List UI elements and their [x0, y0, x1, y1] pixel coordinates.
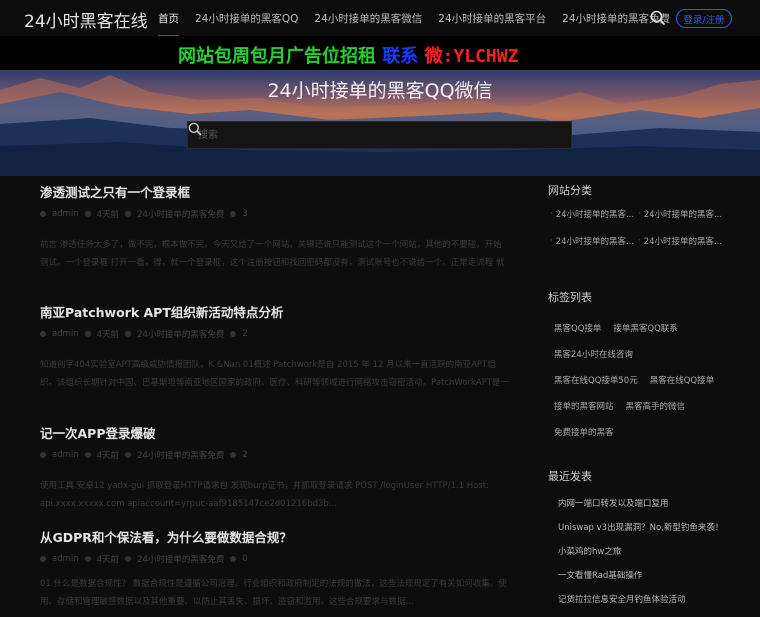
ad-text-rent: 网站包周包月广告位招租 — [178, 46, 376, 67]
post-meta: admin 4天前 24小时接单的黑客免费 2 — [40, 449, 510, 461]
post-card: 记一次APP登录爆破 admin 4天前 24小时接单的黑客免费 2 使用工具 … — [40, 423, 510, 513]
nav-home[interactable]: 首页 — [158, 11, 179, 37]
category-item[interactable]: · 24小时接单的黑客... — [638, 208, 726, 220]
post-title[interactable]: 从GDPR和个保法看，为什么要做数据合规？ — [40, 527, 510, 546]
comment-icon — [230, 452, 237, 458]
recent-post-link[interactable]: 小菜鸡的hw之旅 — [558, 545, 748, 557]
user-icon — [40, 331, 46, 337]
search-icon[interactable] — [650, 10, 666, 26]
post-card: 南亚Patchwork APT组织新活动特点分析 admin 4天前 24小时接… — [40, 302, 510, 392]
folder-icon — [125, 452, 132, 458]
nav-platform[interactable]: 24小时接单的黑客平台 — [438, 11, 546, 26]
user-icon — [40, 556, 46, 562]
user-icon — [40, 452, 46, 458]
clock-icon — [84, 556, 91, 562]
tag-link[interactable]: 黑客24小时在线咨询 — [554, 348, 633, 360]
ad-text-contact: 联系 — [382, 46, 419, 67]
post-excerpt: 知道创宇404实验室APT高级威胁情报团队，K &Nan 01概述 Patchw… — [40, 360, 510, 388]
tag-link[interactable]: 接单的黑客网站 — [554, 400, 614, 412]
clock-icon — [84, 211, 91, 217]
comment-icon — [230, 211, 237, 217]
recent-posts-title: 最近发表 — [548, 470, 592, 483]
ad-banner[interactable]: 网站包周包月广告位招租 联系 微:YLCHWZ — [0, 36, 760, 70]
tag-link[interactable]: 黑客QQ接单 — [554, 322, 601, 334]
post-title[interactable]: 南亚Patchwork APT组织新活动特点分析 — [40, 302, 510, 321]
post-author[interactable]: admin — [52, 209, 79, 219]
clock-icon — [84, 331, 91, 337]
post-time: 4天前 — [96, 555, 120, 565]
recent-post-link[interactable]: Uniswap v3出现漏洞？No,新型钓鱼来袭！ — [558, 521, 748, 533]
tags-title: 标签列表 — [548, 291, 592, 304]
recent-posts-list: 内网一端口转发以及端口复用 Uniswap v3出现漏洞？No,新型钓鱼来袭！ … — [558, 497, 748, 617]
post-comments: 2 — [242, 329, 248, 339]
ad-text: 网站包周包月广告位招租 联系 微:YLCHWZ — [178, 42, 518, 68]
category-list: · 24小时接单的黑客... · 24小时接单的黑客... · 24小时接单的黑客..… — [550, 208, 740, 247]
bullet-icon: · — [638, 236, 641, 246]
main-nav: 首页 24小时接单的黑客QQ 24小时接单的黑客微信 24小时接单的黑客平台 2… — [158, 0, 670, 37]
ad-text-wechat: 微:YLCHWZ — [424, 46, 519, 67]
folder-icon — [125, 331, 132, 337]
post-time: 4天前 — [96, 451, 120, 461]
nav-wechat[interactable]: 24小时接单的黑客微信 — [314, 11, 422, 26]
nav-qq[interactable]: 24小时接单的黑客QQ — [195, 11, 298, 26]
post-category[interactable]: 24小时接单的黑客免费 — [137, 449, 224, 461]
post-time: 4天前 — [96, 330, 120, 340]
post-category[interactable]: 24小时接单的黑客免费 — [137, 553, 224, 565]
post-meta: admin 4天前 24小时接单的黑客免费 2 — [40, 328, 510, 340]
comment-icon — [230, 331, 237, 337]
post-excerpt: 前言 渗透任务太多了，做不完，根本做不完。今天又给了一个网站，关键还说只能测试这… — [40, 240, 505, 268]
categories-title: 网站分类 — [548, 184, 592, 197]
post-comments: 3 — [242, 209, 248, 219]
post-meta: admin 4天前 24小时接单的黑客免费 0 — [40, 553, 510, 565]
hero-banner: 24小时接单的黑客QQ微信 — [0, 70, 760, 176]
recent-post-link[interactable]: 一文看懂Rad基础操作 — [558, 569, 748, 581]
site-title[interactable]: 24小时黑客在线 — [24, 7, 148, 32]
post-card: 渗透测试之只有一个登录框 admin 4天前 24小时接单的黑客免费 3 前言 … — [40, 182, 510, 272]
bullet-icon: · — [638, 209, 641, 219]
tag-link[interactable]: 接单黑客QQ联系 — [613, 322, 677, 334]
folder-icon — [125, 556, 132, 562]
tag-link[interactable]: 黑客高手的微信 — [626, 400, 686, 412]
clock-icon — [84, 452, 91, 458]
post-comments: 2 — [242, 450, 248, 460]
user-icon — [40, 211, 46, 217]
tag-link[interactable]: 黑客在线QQ接单50元 — [554, 374, 638, 386]
post-author[interactable]: admin — [52, 329, 79, 339]
top-header: 24小时黑客在线 首页 24小时接单的黑客QQ 24小时接单的黑客微信 24小时… — [0, 0, 760, 37]
comment-icon — [230, 556, 237, 562]
recent-post-link[interactable]: 记货拉拉信息安全月钓鱼体验活动 — [558, 593, 748, 605]
search-icon[interactable] — [188, 122, 202, 136]
post-time: 4天前 — [96, 210, 120, 220]
bullet-icon: · — [550, 236, 553, 246]
hero-title: 24小时接单的黑客QQ微信 — [267, 80, 493, 102]
post-title[interactable]: 记一次APP登录爆破 — [40, 423, 510, 442]
bullet-icon: · — [550, 209, 553, 219]
folder-icon — [125, 211, 132, 217]
post-author[interactable]: admin — [52, 450, 79, 460]
hero-search-input[interactable] — [188, 122, 538, 148]
login-register-button[interactable]: 登录/注册 — [676, 9, 732, 28]
tag-link[interactable]: 免费接单的黑客 — [554, 426, 614, 438]
tag-link[interactable]: 黑客在线QQ接单 — [650, 374, 714, 386]
post-title[interactable]: 渗透测试之只有一个登录框 — [40, 182, 510, 201]
category-item[interactable]: · 24小时接单的黑客... — [550, 235, 638, 247]
post-excerpt: 使用工具 安卓12 yadx-gui 抓取登录HTTP请求包 发现burp证书，… — [40, 481, 489, 509]
post-excerpt: 01 什么是数据合规性？ 数据合规性是遵循公司治理、行业组织和政府制定的法规的做… — [40, 579, 507, 607]
post-meta: admin 4天前 24小时接单的黑客免费 3 — [40, 208, 510, 220]
post-category[interactable]: 24小时接单的黑客免费 — [137, 328, 224, 340]
post-author[interactable]: admin — [52, 554, 79, 564]
category-item[interactable]: · 24小时接单的黑客... — [638, 235, 726, 247]
tag-cloud: 黑客QQ接单 接单黑客QQ联系 黑客24小时在线咨询 黑客在线QQ接单50元 黑… — [554, 322, 744, 452]
category-item[interactable]: · 24小时接单的黑客... — [550, 208, 638, 220]
post-category[interactable]: 24小时接单的黑客免费 — [137, 208, 224, 220]
post-comments: 0 — [242, 554, 248, 564]
hero-search-box — [187, 121, 572, 149]
recent-post-link[interactable]: 内网一端口转发以及端口复用 — [558, 497, 748, 509]
post-card: 从GDPR和个保法看，为什么要做数据合规？ admin 4天前 24小时接单的黑… — [40, 527, 510, 611]
